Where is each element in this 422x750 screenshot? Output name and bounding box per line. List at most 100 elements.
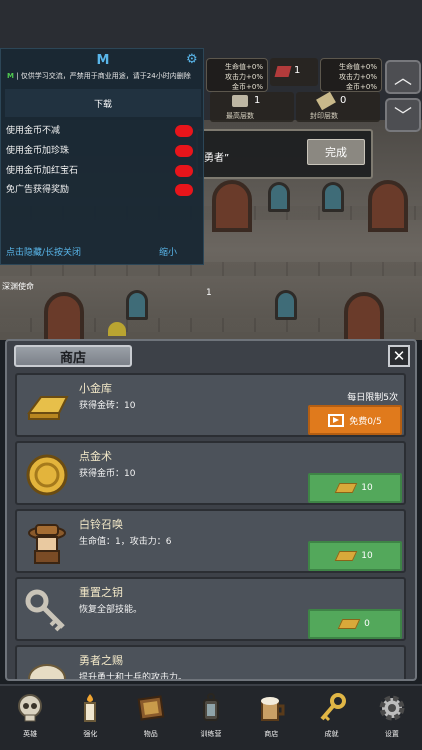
shop-item: 勇者之赐 提升勇士和士兵的攻击力。 (15, 645, 406, 681)
item-name: 勇者之赐 (79, 654, 123, 667)
minimize-link[interactable]: 缩小 (159, 245, 177, 258)
quest-text: 勇者” (204, 153, 230, 164)
castle-door (344, 292, 384, 344)
buy-button-label: 免费0/5 (349, 416, 382, 427)
close-icon: ✕ (392, 347, 406, 365)
nav-item-enhance[interactable]: 强化 (60, 686, 120, 750)
shop-item: 点金术 获得金币：10 10 (15, 441, 406, 505)
castle-window (275, 290, 297, 320)
mod-menu-title: M (96, 53, 110, 68)
nav-label: 设置 (384, 730, 399, 738)
castle-window (126, 290, 148, 320)
mod-option[interactable]: 使用金币加红宝石 (6, 163, 196, 179)
nav-label: 训练营 (200, 730, 222, 738)
hide-close-link[interactable]: 点击隐藏/长按关闭 (6, 245, 81, 258)
item-name: 小金库 (79, 382, 112, 395)
highest-floor-value: 1 (254, 95, 261, 106)
buy-button-label: 10 (361, 551, 373, 561)
buy-button-label: 10 (361, 483, 373, 493)
nav-label: 商店 (264, 730, 279, 738)
key-icon (25, 589, 65, 632)
atk-bonus-text: 攻击力+0% (225, 73, 263, 81)
item-name: 重置之钥 (79, 586, 123, 599)
castle-window (322, 182, 344, 212)
watch-ad-button[interactable]: 免费0/5 (308, 405, 402, 435)
mod-notice-text: | 仅供学习交流，严禁用于商业用途，请于24小时内删除 (16, 72, 191, 80)
hero-sprite (108, 322, 126, 336)
nav-item-settings[interactable]: 设置 (362, 686, 422, 750)
castle-door (368, 180, 408, 232)
toggle-switch[interactable] (175, 165, 193, 177)
nav-item-shop[interactable]: 商店 (241, 686, 301, 750)
mug-icon (253, 690, 289, 726)
toggle-switch[interactable] (175, 125, 193, 137)
download-button[interactable]: 下载 (5, 89, 201, 117)
gear-icon[interactable]: ⚙ (186, 52, 198, 67)
book-icon (133, 690, 169, 726)
item-desc: 生命值：1，攻击力：6 (79, 537, 172, 547)
buy-button[interactable]: 10 (308, 541, 402, 571)
ruby-icon (274, 66, 292, 77)
mod-notice-tag: M (7, 72, 14, 80)
toggle-switch[interactable] (175, 184, 193, 196)
chevron-up-icon: ︿ (394, 68, 412, 89)
daily-limit: 每日限制5次 (347, 393, 398, 403)
item-desc: 提升勇士和士兵的攻击力。 (79, 673, 188, 681)
item-desc: 获得金砖：10 (79, 401, 136, 411)
nav-item-hero[interactable]: 英雄 (0, 686, 60, 750)
castle-window (268, 182, 290, 212)
buy-button[interactable]: 0 (308, 609, 402, 639)
nav-item-achievements[interactable]: 成就 (301, 686, 361, 750)
nav-item-camp[interactable]: 训练营 (181, 686, 241, 750)
buy-button-label: 0 (364, 619, 370, 629)
nav-label: 成就 (324, 730, 339, 738)
item-name: 白铃召唤 (79, 518, 123, 531)
scroll-down-button[interactable]: ﹀ (385, 98, 421, 132)
quest-complete-button[interactable]: 完成 (307, 139, 365, 165)
level-number: 1 (206, 288, 212, 298)
stone-icon (232, 95, 248, 107)
scroll-icon (316, 91, 336, 111)
gold-bar-icon (337, 619, 361, 629)
skull-icon (12, 690, 48, 726)
hp-bonus-text: 生命值+0% (225, 63, 263, 71)
mod-option[interactable]: 使用金币加珍珠 (6, 143, 196, 159)
nav-label: 英雄 (23, 730, 38, 738)
nav-item-items[interactable]: 物品 (121, 686, 181, 750)
gold-coin-icon (26, 454, 68, 496)
item-desc: 恢复全部技能。 (79, 605, 143, 615)
scroll-up-button[interactable]: ︿ (385, 60, 421, 94)
video-icon (328, 413, 345, 427)
shop-item: 小金库 获得金砖：10 每日限制5次 免费0/5 (15, 373, 406, 437)
key-icon (314, 690, 350, 726)
buy-button[interactable]: 10 (308, 473, 402, 503)
mod-option[interactable]: 免广告获得奖励 (6, 182, 196, 198)
mod-notice: M | 仅供学习交流，严禁用于商业用途，请于24小时内删除 (7, 71, 203, 81)
atk-bonus-text: 攻击力+0% (339, 73, 377, 81)
item-desc: 获得金币：10 (79, 469, 136, 479)
gold-bonus-text: 金币+0% (346, 83, 377, 91)
gear-icon (374, 690, 410, 726)
nav-label: 物品 (143, 730, 158, 738)
shop-title: 商店 (14, 345, 132, 367)
mod-option[interactable]: 使用金币不减 (6, 123, 196, 139)
gold-bonus-text: 金币+0% (232, 83, 263, 91)
stat-bonus-left: 生命值+0% 攻击力+0% 金币+0% (206, 58, 268, 92)
gem-value: 1 (294, 65, 301, 76)
deep-abyss-label: 深渊使命 (2, 282, 34, 291)
castle-door (44, 292, 84, 344)
shop-item: 白铃召唤 生命值：1，攻击力：6 10 (15, 509, 406, 573)
nav-label: 强化 (83, 730, 98, 738)
seal-floor-value: 0 (340, 95, 347, 106)
mod-option-label: 使用金币加红宝石 (6, 166, 79, 176)
gold-bar-icon (27, 396, 69, 420)
toggle-switch[interactable] (175, 145, 193, 157)
close-button[interactable]: ✕ (388, 345, 410, 367)
mod-option-label: 免广告获得奖励 (6, 185, 70, 195)
mod-option-label: 使用金币加珍珠 (6, 146, 70, 156)
gold-bar-icon (334, 551, 358, 561)
shop-panel: 商店 ✕ 小金库 获得金砖：10 每日限制5次 免费0/5 点金术 获得金币：1… (5, 339, 417, 681)
gem-counter: 1 (270, 58, 318, 86)
lantern-icon (193, 690, 229, 726)
hp-bonus-text: 生命值+0% (339, 63, 377, 71)
